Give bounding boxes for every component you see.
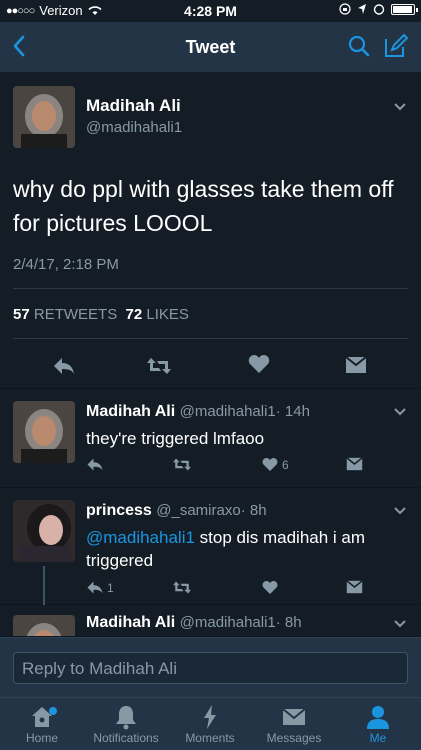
tab-messages[interactable]: Messages: [252, 703, 336, 745]
retweet-icon[interactable]: [146, 356, 172, 381]
reply-text: they're triggered lmfaoo: [86, 429, 265, 448]
reply-time: · 8h: [275, 614, 302, 631]
chevron-down-icon[interactable]: [393, 506, 407, 516]
author-name[interactable]: Madihah Ali: [86, 614, 175, 631]
retweets-label: RETWEETS: [33, 306, 118, 323]
avatar[interactable]: [13, 86, 75, 148]
tab-label: Moments: [185, 731, 235, 745]
author-name[interactable]: princess: [86, 502, 152, 519]
tab-me[interactable]: Me: [336, 703, 420, 745]
tab-notifications[interactable]: Notifications: [84, 703, 168, 745]
reply-time: · 14h: [275, 403, 310, 420]
retweet-icon[interactable]: [172, 580, 192, 598]
main-tweet: Madihah Ali @madihahali1 why do ppl with…: [0, 72, 421, 389]
tab-label: Notifications: [93, 731, 159, 745]
top-nav-bar: Tweet: [0, 22, 421, 72]
tab-label: Messages: [266, 731, 322, 745]
reply-icon[interactable]: [86, 457, 104, 475]
compose-tweet-icon[interactable]: [383, 33, 409, 59]
author-handle[interactable]: @_samiraxo: [156, 502, 240, 519]
bottom-tab-bar: Home Notifications Moments Messages Me: [0, 697, 421, 750]
reply-composer: Reply to Madihah Ali: [0, 637, 421, 697]
status-bar: ●●○○○ Verizon 4:28 PM: [0, 0, 421, 22]
tab-label: Home: [25, 731, 58, 745]
chevron-down-icon[interactable]: [393, 102, 407, 112]
chevron-down-icon[interactable]: [393, 407, 407, 417]
reply-tweet[interactable]: princess @_samiraxo· 8h @madihahali1 sto…: [0, 488, 421, 606]
likes-count: 72: [125, 306, 143, 323]
avatar[interactable]: [13, 500, 75, 562]
new-content-dot: [49, 707, 57, 715]
bell-icon: [116, 706, 136, 730]
direct-message-icon[interactable]: [346, 580, 363, 597]
tab-label: Me: [369, 731, 387, 745]
tweet-actions: [0, 352, 421, 382]
reply-header: Madihah Ali @madihahali1· 14h: [86, 403, 310, 421]
heart-icon[interactable]: [248, 354, 270, 379]
location-icon: [358, 4, 366, 14]
search-icon[interactable]: [347, 34, 371, 58]
rotation-lock-icon: [339, 3, 351, 15]
author-handle[interactable]: @madihahali1: [180, 614, 276, 631]
chevron-down-icon[interactable]: [393, 619, 407, 629]
author-name[interactable]: Madihah Ali: [86, 403, 175, 420]
lightning-icon: [204, 705, 216, 729]
tweet-text: why do ppl with glasses take them off fo…: [13, 176, 394, 236]
heart-icon[interactable]: [262, 457, 278, 475]
mention-link[interactable]: @madihahali1: [86, 528, 195, 547]
alarm-icon: [373, 4, 385, 15]
retweets-count: 57: [13, 306, 30, 323]
reply-header: princess @_samiraxo· 8h: [86, 502, 267, 520]
reply-icon[interactable]: [86, 580, 104, 598]
direct-message-icon[interactable]: [345, 356, 367, 379]
thread-line: [43, 566, 45, 606]
divider: [13, 338, 408, 339]
reply-tweet[interactable]: Madihah Ali @madihahali1· 14h they're tr…: [0, 389, 421, 488]
person-icon: [367, 706, 389, 729]
likes-label: LIKES: [146, 306, 189, 323]
reply-header: Madihah Ali @madihahali1· 8h: [86, 614, 302, 632]
reply-text: @madihahali1 stop dis madihah i am trigg…: [86, 526, 401, 572]
reply-icon[interactable]: [52, 356, 76, 381]
retweet-icon[interactable]: [172, 457, 192, 475]
avatar[interactable]: [13, 401, 75, 463]
tab-home[interactable]: Home: [0, 703, 84, 745]
reply-tweet[interactable]: Madihah Ali @madihahali1· 8h: [0, 605, 421, 637]
avatar[interactable]: [13, 615, 75, 636]
like-count: 6: [282, 458, 289, 472]
reply-count: 1: [107, 581, 114, 595]
engagement-counts[interactable]: 57 RETWEETS 72 LIKES: [13, 306, 189, 323]
tweet-date: 2/4/17, 2:18 PM: [13, 256, 119, 273]
divider: [13, 288, 408, 289]
reply-time: · 8h: [240, 502, 267, 519]
envelope-icon: [282, 708, 306, 725]
reply-actions: 6: [86, 457, 386, 477]
direct-message-icon[interactable]: [346, 457, 363, 474]
author-handle[interactable]: @madihahali1: [180, 403, 276, 420]
author-handle[interactable]: @madihahali1: [86, 119, 182, 136]
reply-input[interactable]: Reply to Madihah Ali: [13, 652, 408, 684]
tab-moments[interactable]: Moments: [168, 703, 252, 745]
author-name[interactable]: Madihah Ali: [86, 96, 181, 116]
heart-icon[interactable]: [262, 580, 278, 598]
battery-icon: [391, 3, 418, 15]
reply-actions: 1: [86, 580, 386, 600]
